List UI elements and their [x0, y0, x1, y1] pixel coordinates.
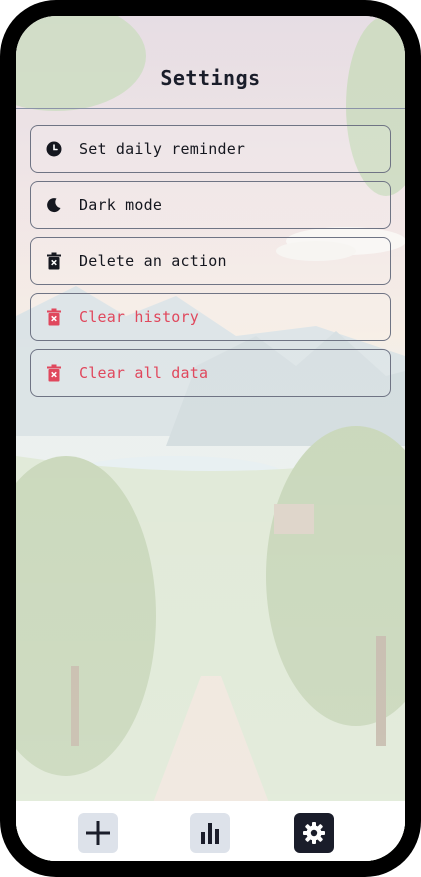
clock-icon — [45, 140, 63, 158]
trash-icon — [45, 364, 63, 382]
set-daily-reminder-label: Set daily reminder — [79, 140, 246, 158]
bottom-tab-bar — [16, 801, 405, 861]
delete-action-button[interactable]: Delete an action — [30, 237, 391, 285]
app-screen: Settings Set daily reminder Dark mode De… — [16, 16, 405, 861]
delete-action-label: Delete an action — [79, 252, 227, 270]
settings-menu: Set daily reminder Dark mode Delete an a… — [30, 125, 391, 405]
moon-icon — [45, 196, 63, 214]
gear-icon — [303, 822, 325, 844]
dark-mode-toggle[interactable]: Dark mode — [30, 181, 391, 229]
plus-icon — [86, 821, 110, 845]
clear-all-data-button[interactable]: Clear all data — [30, 349, 391, 397]
clear-all-data-label: Clear all data — [79, 364, 209, 382]
header: Settings — [16, 16, 405, 109]
set-daily-reminder-button[interactable]: Set daily reminder — [30, 125, 391, 173]
tab-statistics[interactable] — [190, 813, 230, 853]
tab-settings[interactable] — [294, 813, 334, 853]
phone-frame: Settings Set daily reminder Dark mode De… — [0, 0, 421, 877]
clear-history-label: Clear history — [79, 308, 199, 326]
tab-add-action[interactable] — [78, 813, 118, 853]
bar-chart-icon — [201, 823, 219, 844]
page-title: Settings — [160, 66, 261, 90]
trash-icon — [45, 308, 63, 326]
clear-history-button[interactable]: Clear history — [30, 293, 391, 341]
dark-mode-label: Dark mode — [79, 196, 163, 214]
trash-icon — [45, 252, 63, 270]
